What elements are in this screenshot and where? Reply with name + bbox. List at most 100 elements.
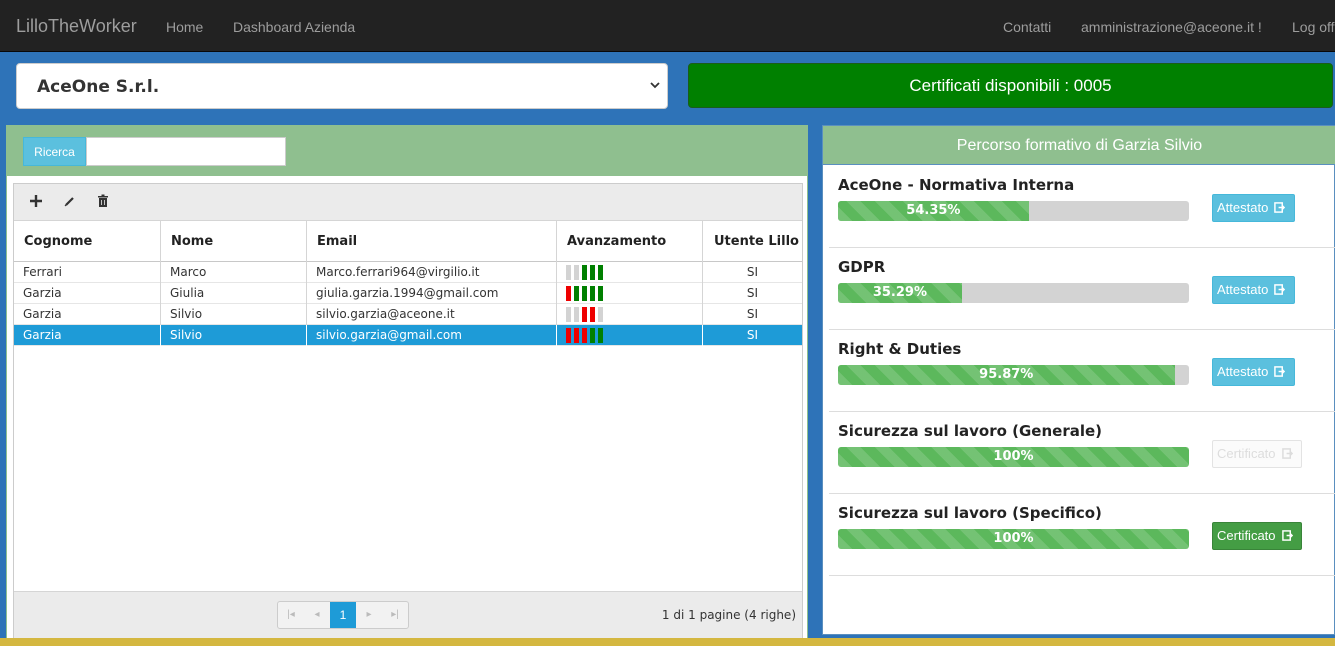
- last-page-icon[interactable]: ▸|: [382, 602, 408, 628]
- cell-utente-lillo: SI: [746, 307, 759, 321]
- cell-cognome: Garzia: [14, 325, 161, 346]
- course-progress-fill: 100%: [838, 447, 1189, 467]
- progress-segment: [566, 265, 571, 280]
- progress-segment: [598, 307, 603, 322]
- progress-segment: [582, 265, 587, 280]
- cell-utente-lillo: SI: [746, 328, 759, 342]
- progress-indicator: [566, 286, 606, 301]
- cell-email: silvio.garzia@gmail.com: [307, 325, 557, 346]
- progress-segment: [582, 328, 587, 343]
- cell-nome: Silvio: [161, 304, 307, 325]
- export-icon: [1281, 448, 1293, 459]
- certificato-button: Certificato: [1212, 440, 1302, 468]
- attestato-button[interactable]: Attestato: [1212, 358, 1295, 386]
- column-utente-lillo[interactable]: Utente Lillo: [703, 221, 802, 262]
- progress-indicator: [566, 328, 606, 343]
- progress-segment: [582, 286, 587, 301]
- table-row[interactable]: Garzia Giulia giulia.garzia.1994@gmail.com…: [14, 283, 802, 304]
- certificato-button[interactable]: Certificato: [1212, 522, 1302, 550]
- course-title: Sicurezza sul lavoro (Specifico): [838, 504, 1102, 522]
- course-item: AceOne - Normativa Interna 54.35% Attestat…: [829, 166, 1335, 248]
- nav-contatti[interactable]: Contatti: [1003, 19, 1051, 35]
- training-path-panel: Percorso formativo di Garzia Silvio AceO…: [822, 125, 1335, 635]
- attestato-button[interactable]: Attestato: [1212, 194, 1295, 222]
- cell-nome: Giulia: [161, 283, 307, 304]
- cell-nome: Silvio: [161, 325, 307, 346]
- column-nome[interactable]: Nome: [161, 221, 307, 262]
- grid-rows: Ferrari Marco Marco.ferrari964@virgilio.it…: [14, 262, 802, 346]
- course-progress-bar: 100%: [838, 447, 1189, 467]
- course-progress-bar: 54.35%: [838, 201, 1189, 221]
- employees-panel: Ricerca Cognome Nome Email Avanzamento U…: [6, 125, 808, 646]
- export-icon: [1274, 366, 1286, 377]
- progress-segment: [574, 307, 579, 322]
- button-label: Attestato: [1217, 200, 1269, 215]
- course-progress-fill: 95.87%: [838, 365, 1175, 385]
- course-progress-bar: 35.29%: [838, 283, 1189, 303]
- progress-segment: [598, 265, 603, 280]
- prev-page-icon[interactable]: ◂: [304, 602, 330, 628]
- cell-cognome: Garzia: [14, 304, 161, 325]
- search-input[interactable]: [86, 137, 286, 166]
- page-button-current[interactable]: 1: [330, 602, 356, 628]
- search-button[interactable]: Ricerca: [23, 137, 86, 166]
- nav-log-off[interactable]: Log off: [1292, 19, 1335, 35]
- cell-avanzamento: [557, 283, 703, 304]
- button-label: Certificato: [1217, 446, 1276, 461]
- cell-utente-lillo: SI: [746, 286, 759, 300]
- progress-segment: [590, 307, 595, 322]
- company-select-value: AceOne S.r.l.: [37, 77, 160, 97]
- table-row[interactable]: Ferrari Marco Marco.ferrari964@virgilio.it…: [14, 262, 802, 283]
- progress-segment: [574, 286, 579, 301]
- column-email[interactable]: Email: [307, 221, 557, 262]
- progress-segment: [598, 328, 603, 343]
- column-cognome[interactable]: Cognome: [14, 221, 161, 262]
- cell-cognome: Garzia: [14, 283, 161, 304]
- progress-segment: [582, 307, 587, 322]
- nav-user-account[interactable]: amministrazione@aceone.it !: [1081, 19, 1262, 35]
- cell-avanzamento: [557, 304, 703, 325]
- pencil-icon[interactable]: [62, 193, 78, 209]
- cell-email: Marco.ferrari964@virgilio.it: [307, 262, 557, 283]
- course-progress-fill: 54.35%: [838, 201, 1029, 221]
- cell-utente-lillo: SI: [746, 265, 759, 279]
- progress-indicator: [566, 307, 606, 322]
- table-row[interactable]: Garzia Silvio silvio.garzia@aceone.it SI: [14, 304, 802, 325]
- progress-segment: [566, 328, 571, 343]
- course-title: Right & Duties: [838, 340, 962, 358]
- plus-icon[interactable]: [28, 193, 44, 209]
- trash-icon[interactable]: [95, 193, 111, 209]
- button-label: Certificato: [1217, 528, 1276, 543]
- nav-dashboard-azienda[interactable]: Dashboard Azienda: [233, 19, 355, 35]
- button-label: Attestato: [1217, 364, 1269, 379]
- page-info: 1 di 1 pagine (4 righe): [661, 608, 796, 622]
- cell-avanzamento: [557, 325, 703, 346]
- progress-segment: [598, 286, 603, 301]
- progress-segment: [590, 265, 595, 280]
- company-select[interactable]: AceOne S.r.l.: [16, 63, 668, 109]
- cell-email: giulia.garzia.1994@gmail.com: [307, 283, 557, 304]
- column-avanzamento[interactable]: Avanzamento: [557, 221, 703, 262]
- export-icon: [1274, 284, 1286, 295]
- progress-segment: [566, 307, 571, 322]
- course-item: GDPR 35.29% Attestato: [829, 248, 1335, 330]
- grid-header: Cognome Nome Email Avanzamento Utente Li…: [14, 221, 802, 262]
- cell-email: silvio.garzia@aceone.it: [307, 304, 557, 325]
- cell-avanzamento: [557, 262, 703, 283]
- brand-logo[interactable]: LilloTheWorker: [16, 16, 137, 37]
- grid-footer: |◂ ◂ 1 ▸ ▸| 1 di 1 pagine (4 righe): [14, 591, 802, 638]
- pager: |◂ ◂ 1 ▸ ▸|: [277, 601, 409, 629]
- course-item: Sicurezza sul lavoro (Specifico) 100% Cert…: [829, 494, 1335, 576]
- bottom-strip: [0, 638, 1335, 646]
- export-icon: [1274, 202, 1286, 213]
- progress-segment: [574, 328, 579, 343]
- button-label: Attestato: [1217, 282, 1269, 297]
- nav-home[interactable]: Home: [166, 19, 203, 35]
- attestato-button[interactable]: Attestato: [1212, 276, 1295, 304]
- course-title: Sicurezza sul lavoro (Generale): [838, 422, 1103, 440]
- first-page-icon[interactable]: |◂: [278, 602, 304, 628]
- progress-segment: [574, 265, 579, 280]
- next-page-icon[interactable]: ▸: [356, 602, 382, 628]
- table-row[interactable]: Garzia Silvio silvio.garzia@gmail.com SI: [14, 325, 802, 346]
- course-progress-fill: 100%: [838, 529, 1189, 549]
